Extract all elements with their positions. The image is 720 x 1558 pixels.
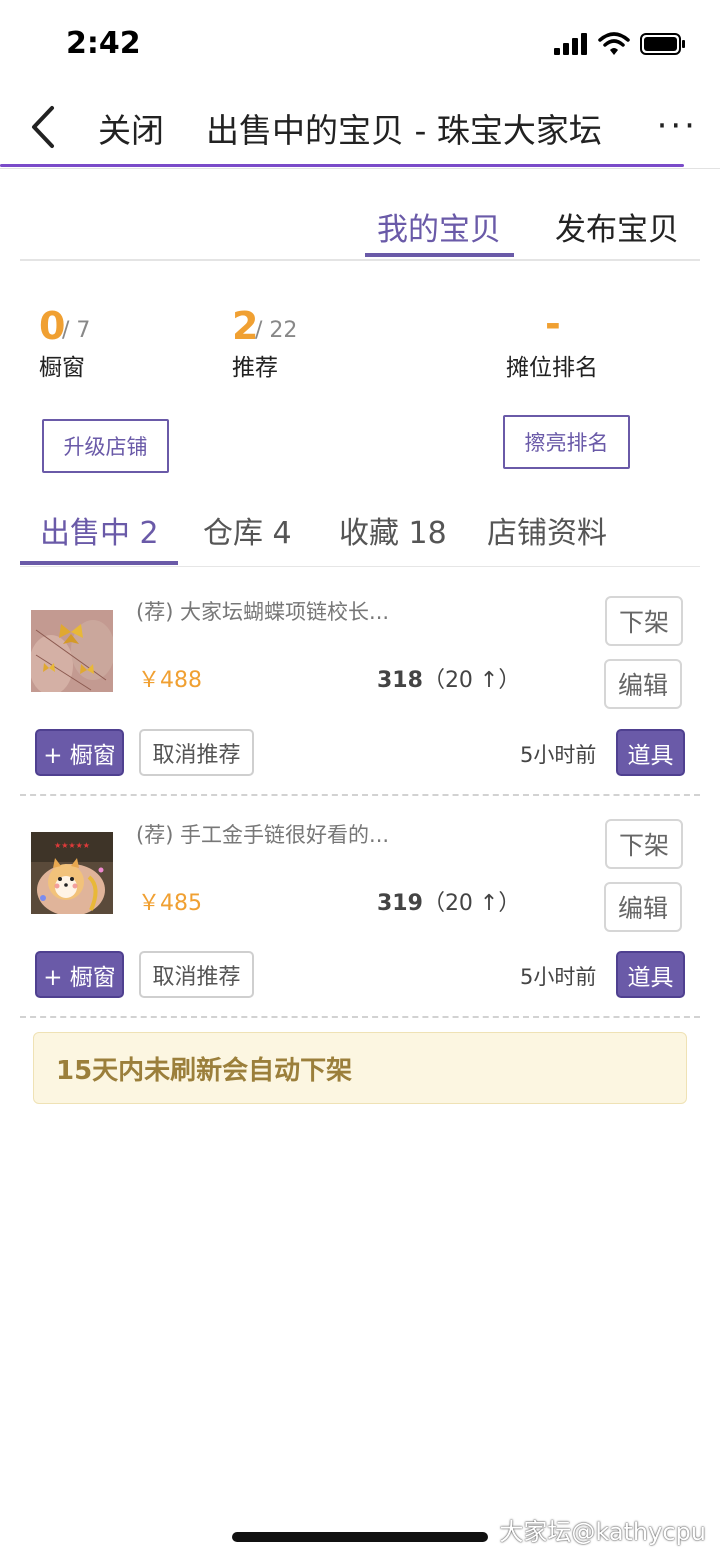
cancel-recommend-button[interactable]: 取消推荐 — [139, 729, 254, 776]
battery-icon — [640, 33, 685, 55]
item-thumbnail[interactable] — [31, 610, 113, 692]
view-count: 319 — [377, 891, 423, 916]
recommend-label: 推荐 — [232, 355, 278, 381]
tools-button[interactable]: 道具 — [616, 951, 685, 998]
item-price: ￥485 — [138, 891, 202, 916]
add-to-window-button[interactable]: + 橱窗 — [35, 729, 124, 776]
window-total: / 7 — [62, 318, 91, 343]
tab-publish-item[interactable]: 发布宝贝 — [555, 204, 679, 249]
butterfly-necklace-photo — [31, 610, 113, 692]
item-posted-time: 5小时前 — [520, 965, 597, 989]
wifi-icon — [598, 32, 630, 55]
edit-button[interactable]: 编辑 — [604, 882, 682, 932]
rank-value: - — [545, 302, 561, 346]
signal-icon — [554, 33, 587, 55]
view-count: 318 — [377, 668, 423, 693]
window-label: 橱窗 — [39, 355, 85, 381]
add-to-window-button[interactable]: + 橱窗 — [35, 951, 124, 998]
nav-divider — [0, 168, 720, 169]
top-tabs-divider — [20, 259, 700, 261]
item-title[interactable]: (荐) 手工金手链很好看的... — [136, 819, 389, 849]
watermark: 大家坛@kathycpu — [499, 1518, 706, 1546]
item-views: 319（20 ↑） — [377, 885, 520, 917]
item-divider — [20, 794, 700, 796]
cancel-recommend-button[interactable]: 取消推荐 — [139, 951, 254, 998]
delist-button[interactable]: 下架 — [605, 819, 683, 869]
item-views: 318（20 ↑） — [377, 662, 520, 694]
tab-warehouse[interactable]: 仓库 4 — [203, 508, 292, 552]
delist-button[interactable]: 下架 — [605, 596, 683, 646]
auto-delist-notice: 15天内未刷新会自动下架 — [33, 1032, 687, 1104]
back-chevron-icon[interactable] — [28, 104, 58, 150]
page-load-progress — [0, 164, 684, 167]
home-indicator[interactable] — [232, 1532, 488, 1542]
item-title[interactable]: (荐) 大家坛蝴蝶项链校长... — [136, 596, 389, 626]
close-button[interactable]: 关闭 — [98, 104, 164, 152]
view-increase: （20 ↑） — [422, 668, 521, 693]
tools-button[interactable]: 道具 — [616, 729, 685, 776]
status-icons — [554, 32, 686, 56]
section-tabs-divider — [20, 566, 700, 567]
tab-favorites[interactable]: 收藏 18 — [339, 508, 447, 552]
rank-label: 摊位排名 — [506, 355, 598, 381]
tab-my-items[interactable]: 我的宝贝 — [377, 204, 501, 249]
item-thumbnail[interactable]: ★★★★★ — [31, 832, 113, 914]
gold-bracelet-photo: ★★★★★ — [31, 832, 113, 914]
edit-button[interactable]: 编辑 — [604, 659, 682, 709]
status-time: 2:42 — [66, 26, 141, 61]
tab-shop-info[interactable]: 店铺资料 — [487, 508, 607, 552]
svg-text:★★★★★: ★★★★★ — [54, 841, 90, 850]
view-increase: （20 ↑） — [422, 891, 521, 916]
page-title: 出售中的宝贝 - 珠宝大家坛 — [206, 111, 602, 150]
item-divider — [20, 1016, 700, 1018]
item-posted-time: 5小时前 — [520, 743, 597, 767]
more-menu-button[interactable]: ··· — [657, 106, 698, 146]
tab-on-sale[interactable]: 出售中 2 — [40, 508, 159, 552]
section-tab-indicator — [20, 561, 178, 565]
upgrade-shop-button[interactable]: 升级店铺 — [42, 419, 169, 473]
polish-rank-button[interactable]: 擦亮排名 — [503, 415, 630, 469]
active-tab-indicator — [365, 253, 514, 257]
recommend-total: / 22 — [255, 318, 298, 343]
item-price: ￥488 — [138, 668, 202, 693]
